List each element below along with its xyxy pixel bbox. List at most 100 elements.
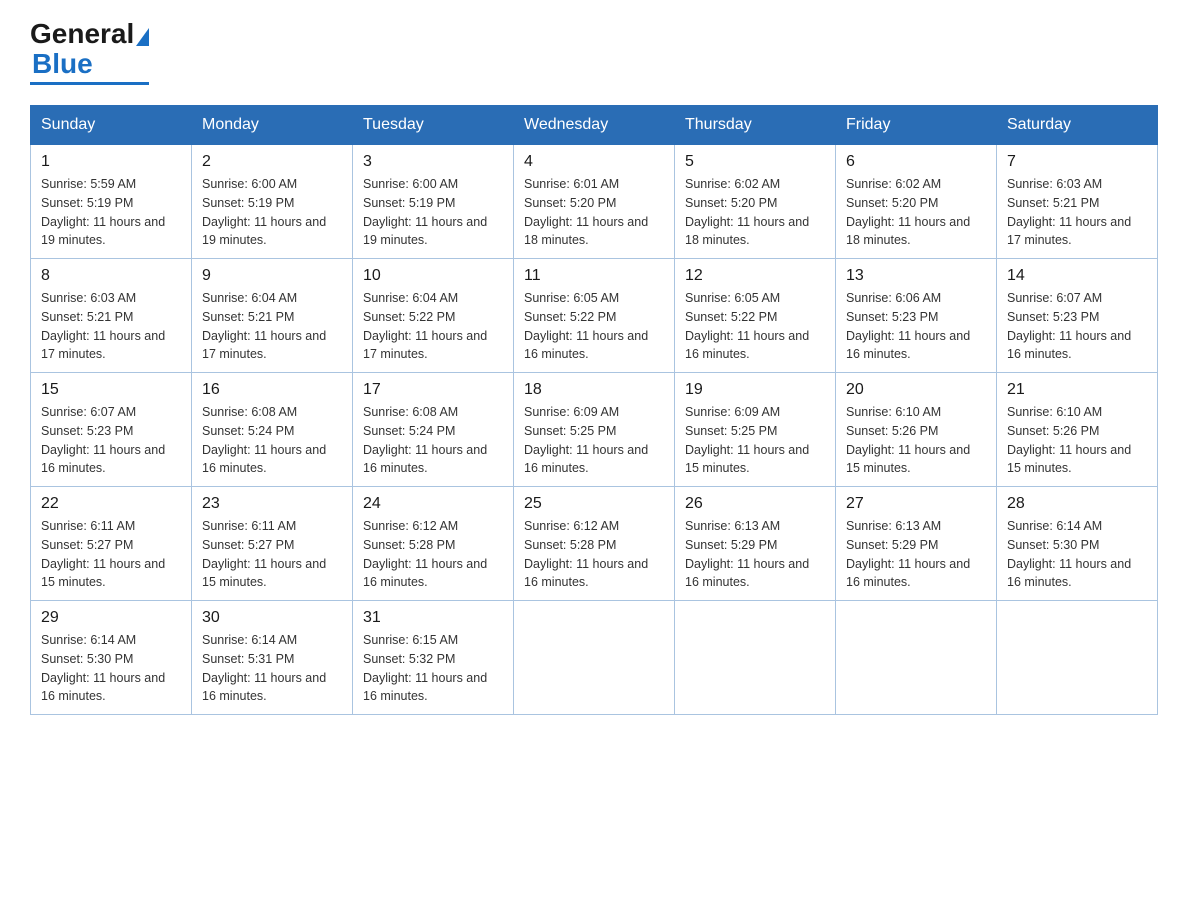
- calendar-table: SundayMondayTuesdayWednesdayThursdayFrid…: [30, 105, 1158, 715]
- day-number: 13: [846, 267, 986, 285]
- calendar-day-cell: 20 Sunrise: 6:10 AM Sunset: 5:26 PM Dayl…: [836, 373, 997, 487]
- day-info: Sunrise: 6:05 AM Sunset: 5:22 PM Dayligh…: [524, 289, 664, 364]
- day-number: 24: [363, 495, 503, 513]
- day-info: Sunrise: 6:12 AM Sunset: 5:28 PM Dayligh…: [363, 517, 503, 592]
- calendar-day-cell: 29 Sunrise: 6:14 AM Sunset: 5:30 PM Dayl…: [31, 601, 192, 715]
- day-info: Sunrise: 6:07 AM Sunset: 5:23 PM Dayligh…: [41, 403, 181, 478]
- day-info: Sunrise: 6:03 AM Sunset: 5:21 PM Dayligh…: [1007, 175, 1147, 250]
- day-info: Sunrise: 6:12 AM Sunset: 5:28 PM Dayligh…: [524, 517, 664, 592]
- calendar-day-cell: 12 Sunrise: 6:05 AM Sunset: 5:22 PM Dayl…: [675, 259, 836, 373]
- day-number: 27: [846, 495, 986, 513]
- day-info: Sunrise: 6:05 AM Sunset: 5:22 PM Dayligh…: [685, 289, 825, 364]
- day-info: Sunrise: 6:08 AM Sunset: 5:24 PM Dayligh…: [363, 403, 503, 478]
- day-info: Sunrise: 6:03 AM Sunset: 5:21 PM Dayligh…: [41, 289, 181, 364]
- day-number: 31: [363, 609, 503, 627]
- day-info: Sunrise: 6:01 AM Sunset: 5:20 PM Dayligh…: [524, 175, 664, 250]
- day-info: Sunrise: 6:14 AM Sunset: 5:30 PM Dayligh…: [1007, 517, 1147, 592]
- day-number: 23: [202, 495, 342, 513]
- day-info: Sunrise: 6:04 AM Sunset: 5:21 PM Dayligh…: [202, 289, 342, 364]
- day-info: Sunrise: 6:08 AM Sunset: 5:24 PM Dayligh…: [202, 403, 342, 478]
- day-number: 30: [202, 609, 342, 627]
- calendar-day-cell: 1 Sunrise: 5:59 AM Sunset: 5:19 PM Dayli…: [31, 145, 192, 259]
- calendar-day-cell: 16 Sunrise: 6:08 AM Sunset: 5:24 PM Dayl…: [192, 373, 353, 487]
- weekday-header-sunday: Sunday: [31, 106, 192, 145]
- calendar-day-cell: [514, 601, 675, 715]
- calendar-day-cell: 8 Sunrise: 6:03 AM Sunset: 5:21 PM Dayli…: [31, 259, 192, 373]
- day-number: 11: [524, 267, 664, 285]
- day-info: Sunrise: 6:10 AM Sunset: 5:26 PM Dayligh…: [846, 403, 986, 478]
- calendar-day-cell: 6 Sunrise: 6:02 AM Sunset: 5:20 PM Dayli…: [836, 145, 997, 259]
- day-number: 9: [202, 267, 342, 285]
- calendar-day-cell: 26 Sunrise: 6:13 AM Sunset: 5:29 PM Dayl…: [675, 487, 836, 601]
- day-info: Sunrise: 6:15 AM Sunset: 5:32 PM Dayligh…: [363, 631, 503, 706]
- weekday-header-saturday: Saturday: [997, 106, 1158, 145]
- day-number: 12: [685, 267, 825, 285]
- day-number: 20: [846, 381, 986, 399]
- day-info: Sunrise: 6:09 AM Sunset: 5:25 PM Dayligh…: [685, 403, 825, 478]
- calendar-day-cell: 27 Sunrise: 6:13 AM Sunset: 5:29 PM Dayl…: [836, 487, 997, 601]
- page-header: General Blue: [30, 20, 1158, 85]
- calendar-day-cell: [836, 601, 997, 715]
- logo-underline-bar: [30, 82, 149, 85]
- day-info: Sunrise: 6:07 AM Sunset: 5:23 PM Dayligh…: [1007, 289, 1147, 364]
- day-number: 14: [1007, 267, 1147, 285]
- weekday-header-monday: Monday: [192, 106, 353, 145]
- calendar-day-cell: 7 Sunrise: 6:03 AM Sunset: 5:21 PM Dayli…: [997, 145, 1158, 259]
- day-number: 22: [41, 495, 181, 513]
- calendar-day-cell: 24 Sunrise: 6:12 AM Sunset: 5:28 PM Dayl…: [353, 487, 514, 601]
- day-info: Sunrise: 6:00 AM Sunset: 5:19 PM Dayligh…: [363, 175, 503, 250]
- day-info: Sunrise: 6:11 AM Sunset: 5:27 PM Dayligh…: [41, 517, 181, 592]
- day-info: Sunrise: 6:14 AM Sunset: 5:31 PM Dayligh…: [202, 631, 342, 706]
- calendar-day-cell: [997, 601, 1158, 715]
- weekday-header-tuesday: Tuesday: [353, 106, 514, 145]
- calendar-week-row: 15 Sunrise: 6:07 AM Sunset: 5:23 PM Dayl…: [31, 373, 1158, 487]
- day-number: 3: [363, 153, 503, 171]
- logo-arrow-icon: [136, 28, 149, 46]
- day-number: 4: [524, 153, 664, 171]
- logo: General Blue: [30, 20, 149, 85]
- day-number: 5: [685, 153, 825, 171]
- day-number: 28: [1007, 495, 1147, 513]
- calendar-day-cell: 25 Sunrise: 6:12 AM Sunset: 5:28 PM Dayl…: [514, 487, 675, 601]
- calendar-day-cell: 11 Sunrise: 6:05 AM Sunset: 5:22 PM Dayl…: [514, 259, 675, 373]
- calendar-day-cell: 10 Sunrise: 6:04 AM Sunset: 5:22 PM Dayl…: [353, 259, 514, 373]
- calendar-day-cell: 15 Sunrise: 6:07 AM Sunset: 5:23 PM Dayl…: [31, 373, 192, 487]
- day-info: Sunrise: 6:02 AM Sunset: 5:20 PM Dayligh…: [846, 175, 986, 250]
- day-number: 6: [846, 153, 986, 171]
- day-info: Sunrise: 6:13 AM Sunset: 5:29 PM Dayligh…: [685, 517, 825, 592]
- calendar-day-cell: 19 Sunrise: 6:09 AM Sunset: 5:25 PM Dayl…: [675, 373, 836, 487]
- day-info: Sunrise: 5:59 AM Sunset: 5:19 PM Dayligh…: [41, 175, 181, 250]
- day-number: 8: [41, 267, 181, 285]
- day-info: Sunrise: 6:04 AM Sunset: 5:22 PM Dayligh…: [363, 289, 503, 364]
- day-info: Sunrise: 6:13 AM Sunset: 5:29 PM Dayligh…: [846, 517, 986, 592]
- day-number: 16: [202, 381, 342, 399]
- calendar-day-cell: 21 Sunrise: 6:10 AM Sunset: 5:26 PM Dayl…: [997, 373, 1158, 487]
- day-number: 21: [1007, 381, 1147, 399]
- logo-blue-label: Blue: [32, 48, 93, 80]
- day-number: 7: [1007, 153, 1147, 171]
- calendar-day-cell: 14 Sunrise: 6:07 AM Sunset: 5:23 PM Dayl…: [997, 259, 1158, 373]
- calendar-day-cell: 30 Sunrise: 6:14 AM Sunset: 5:31 PM Dayl…: [192, 601, 353, 715]
- day-number: 29: [41, 609, 181, 627]
- calendar-day-cell: 28 Sunrise: 6:14 AM Sunset: 5:30 PM Dayl…: [997, 487, 1158, 601]
- calendar-header-row: SundayMondayTuesdayWednesdayThursdayFrid…: [31, 106, 1158, 145]
- day-number: 15: [41, 381, 181, 399]
- calendar-day-cell: 2 Sunrise: 6:00 AM Sunset: 5:19 PM Dayli…: [192, 145, 353, 259]
- calendar-day-cell: 5 Sunrise: 6:02 AM Sunset: 5:20 PM Dayli…: [675, 145, 836, 259]
- day-info: Sunrise: 6:11 AM Sunset: 5:27 PM Dayligh…: [202, 517, 342, 592]
- calendar-day-cell: 4 Sunrise: 6:01 AM Sunset: 5:20 PM Dayli…: [514, 145, 675, 259]
- weekday-header-wednesday: Wednesday: [514, 106, 675, 145]
- calendar-day-cell: 18 Sunrise: 6:09 AM Sunset: 5:25 PM Dayl…: [514, 373, 675, 487]
- calendar-week-row: 22 Sunrise: 6:11 AM Sunset: 5:27 PM Dayl…: [31, 487, 1158, 601]
- day-info: Sunrise: 6:10 AM Sunset: 5:26 PM Dayligh…: [1007, 403, 1147, 478]
- calendar-day-cell: 13 Sunrise: 6:06 AM Sunset: 5:23 PM Dayl…: [836, 259, 997, 373]
- calendar-week-row: 1 Sunrise: 5:59 AM Sunset: 5:19 PM Dayli…: [31, 145, 1158, 259]
- day-number: 17: [363, 381, 503, 399]
- calendar-day-cell: 23 Sunrise: 6:11 AM Sunset: 5:27 PM Dayl…: [192, 487, 353, 601]
- day-number: 26: [685, 495, 825, 513]
- day-info: Sunrise: 6:02 AM Sunset: 5:20 PM Dayligh…: [685, 175, 825, 250]
- weekday-header-thursday: Thursday: [675, 106, 836, 145]
- day-number: 2: [202, 153, 342, 171]
- weekday-header-friday: Friday: [836, 106, 997, 145]
- calendar-day-cell: 9 Sunrise: 6:04 AM Sunset: 5:21 PM Dayli…: [192, 259, 353, 373]
